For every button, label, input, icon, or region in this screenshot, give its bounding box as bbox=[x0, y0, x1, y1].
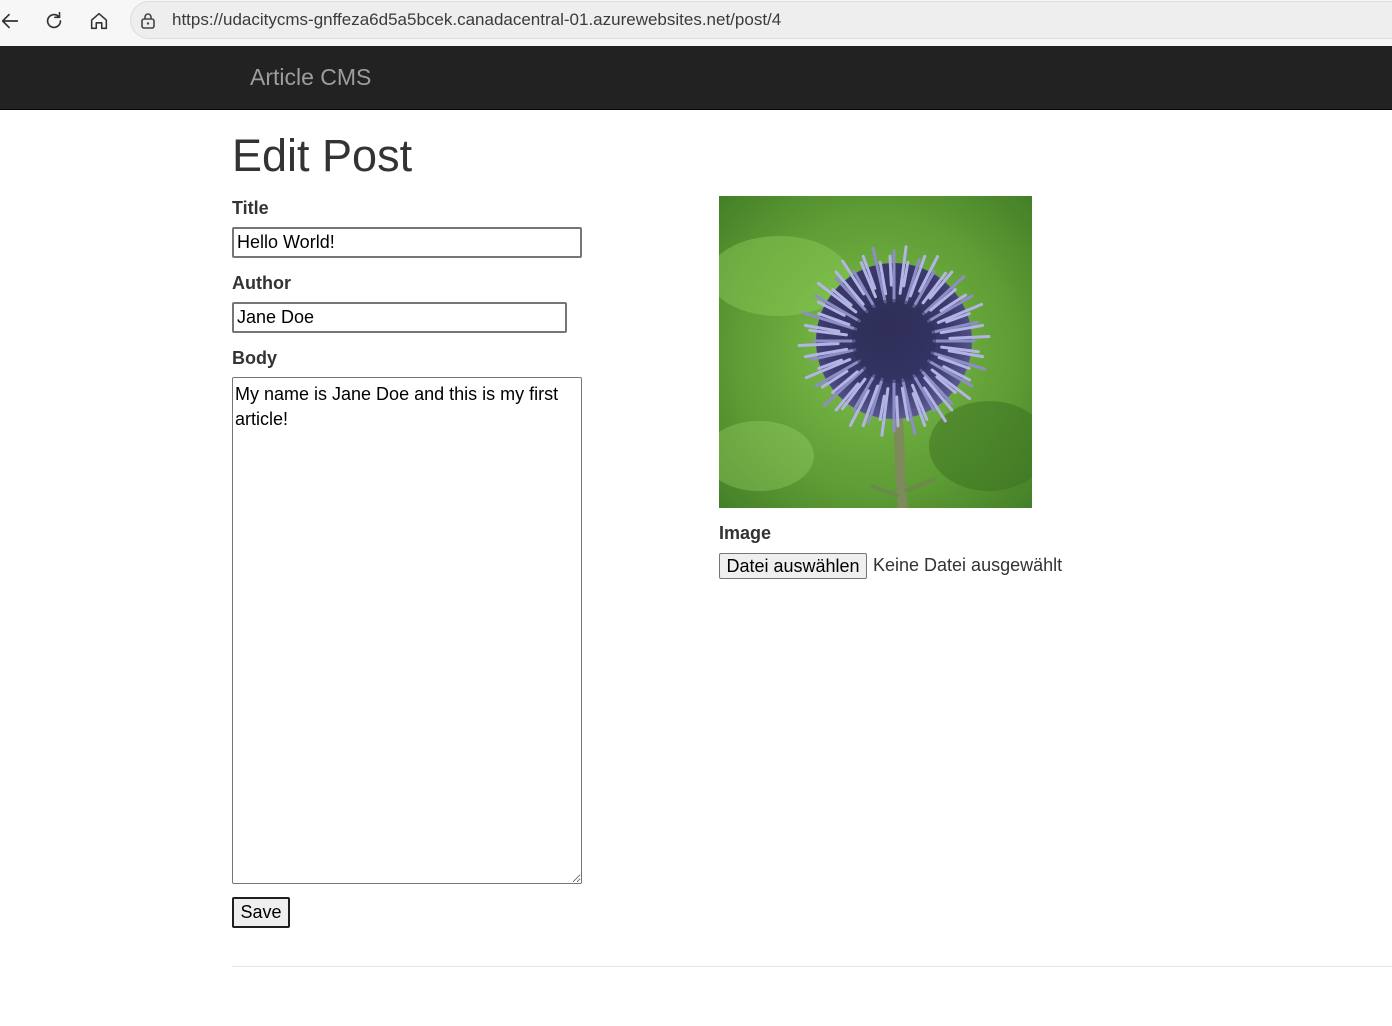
site-navbar: Article CMS bbox=[0, 46, 1392, 110]
lock-icon[interactable] bbox=[138, 11, 158, 31]
reload-button[interactable] bbox=[38, 7, 70, 35]
browser-toolbar: https://udacitycms-gnffeza6d5a5bcek.cana… bbox=[0, 0, 1392, 46]
title-input[interactable] bbox=[232, 227, 582, 258]
author-input[interactable] bbox=[232, 302, 567, 333]
footer-divider bbox=[232, 966, 1392, 967]
home-icon bbox=[90, 12, 108, 30]
post-image bbox=[719, 196, 1032, 508]
url-text[interactable]: https://udacitycms-gnffeza6d5a5bcek.cana… bbox=[172, 10, 781, 30]
brand-link[interactable]: Article CMS bbox=[250, 64, 371, 91]
body-textarea[interactable]: My name is Jane Doe and this is my first… bbox=[232, 377, 582, 884]
save-button[interactable]: Save bbox=[232, 897, 290, 928]
choose-file-button[interactable]: Datei auswählen bbox=[719, 553, 867, 579]
image-label: Image bbox=[719, 523, 772, 543]
back-button[interactable] bbox=[0, 7, 26, 35]
back-arrow-icon bbox=[1, 13, 19, 29]
author-label: Author bbox=[232, 273, 291, 293]
title-label: Title bbox=[232, 198, 269, 218]
body-label: Body bbox=[232, 348, 277, 368]
page-title: Edit Post bbox=[232, 130, 413, 181]
home-button[interactable] bbox=[83, 7, 115, 35]
file-status-text: Keine Datei ausgewählt bbox=[873, 555, 1063, 575]
reload-icon bbox=[46, 11, 62, 29]
